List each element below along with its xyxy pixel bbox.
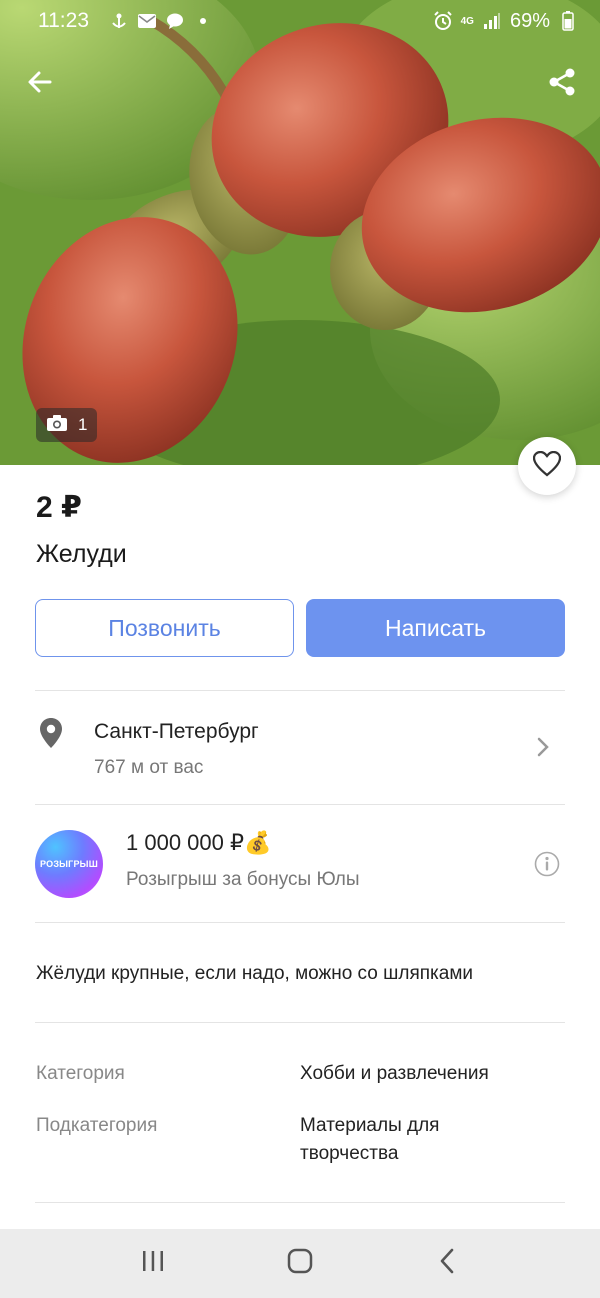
spec-value-subcategory: Материалы для творчества: [300, 1115, 440, 1164]
chevron-right-icon: [536, 735, 550, 764]
listing-photo[interactable]: [0, 0, 600, 465]
listing-price: 2 ₽: [36, 491, 82, 524]
home-icon: [286, 1247, 314, 1280]
acorns-photo: [0, 0, 600, 465]
home-button[interactable]: [270, 1234, 330, 1294]
spec-value-category: Хобби и развлечения: [300, 1063, 489, 1084]
back-button[interactable]: [18, 62, 62, 106]
share-button[interactable]: [540, 62, 584, 106]
signal-icon: [482, 11, 502, 31]
chat-icon: [165, 11, 185, 31]
map-pin-icon: [38, 717, 64, 754]
call-button[interactable]: Позвонить: [35, 599, 294, 657]
location-distance: 767 м от вас: [94, 757, 204, 778]
favorite-button[interactable]: [518, 437, 576, 495]
divider: [35, 1202, 565, 1203]
recent-apps-icon: [140, 1249, 166, 1278]
alarm-icon: [433, 11, 453, 31]
back-icon: [438, 1247, 456, 1280]
anchor-icon: [109, 11, 129, 31]
nav-back-button[interactable]: [417, 1234, 477, 1294]
listing-description: Жёлуди крупные, если надо, можно со шляп…: [36, 963, 473, 984]
recent-apps-button[interactable]: [123, 1234, 183, 1294]
arrow-left-icon: [26, 68, 54, 101]
photo-count: 1: [78, 415, 88, 434]
spec-label-category: Категория: [36, 1063, 125, 1084]
listing-title: Желуди: [36, 540, 127, 568]
info-icon[interactable]: [534, 851, 560, 882]
divider: [35, 690, 565, 691]
dot-icon: [193, 11, 213, 31]
divider: [35, 804, 565, 805]
spec-label-subcategory: Подкатегория: [36, 1115, 158, 1136]
status-bar: 11:23 4G 69%: [0, 0, 600, 42]
battery-icon: [558, 11, 578, 31]
photo-count-badge: 1: [36, 408, 98, 442]
battery-percent: 69%: [509, 9, 550, 32]
share-icon: [547, 67, 577, 102]
promo-subtitle: Розыгрыш за бонусы Юлы: [126, 869, 360, 890]
mail-icon: [137, 11, 157, 31]
promo-logo: РОЗЫГРЫШ: [35, 830, 103, 898]
heart-icon: [532, 450, 562, 482]
promo-amount: 1 000 000 ₽💰: [126, 830, 272, 855]
network-4g-icon: 4G: [460, 15, 474, 27]
write-button[interactable]: Написать: [306, 599, 565, 657]
location-city: Санкт-Петербург: [94, 720, 259, 743]
system-nav-bar: [0, 1229, 600, 1298]
divider: [35, 922, 565, 923]
status-time: 11:23: [38, 9, 89, 32]
divider: [35, 1022, 565, 1023]
camera-icon: [46, 414, 68, 437]
